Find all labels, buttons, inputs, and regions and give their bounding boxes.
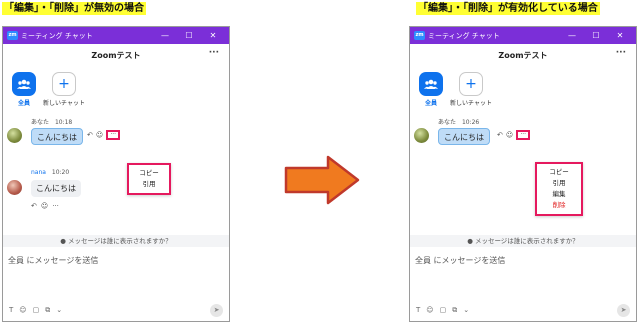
screenshot-icon[interactable]: ⧉ bbox=[45, 306, 50, 315]
minimize-button[interactable]: — bbox=[153, 31, 177, 40]
emoji-icon[interactable]: ☺ bbox=[41, 202, 48, 210]
send-button[interactable]: ➤ bbox=[210, 303, 223, 317]
chat-window-left: zm ミーティング チャット — ☐ ✕ Zoomテスト ··· 全員 + 新し… bbox=[2, 26, 230, 322]
more-options-button[interactable]: ··· bbox=[209, 48, 219, 58]
message-actions: ↶ ☺ ··· bbox=[87, 130, 121, 140]
member-all[interactable]: 全員 bbox=[414, 72, 448, 114]
more-options-button[interactable]: ··· bbox=[616, 48, 626, 58]
emoji-icon[interactable]: ☺ bbox=[19, 306, 26, 314]
close-button[interactable]: ✕ bbox=[201, 31, 225, 40]
member-bar: 全員 + 新しいチャット bbox=[410, 66, 636, 114]
zoom-logo-icon: zm bbox=[7, 31, 18, 40]
sender-name: nana bbox=[31, 169, 46, 176]
member-all-label: 全員 bbox=[17, 100, 30, 107]
file-icon[interactable]: ▢ bbox=[33, 306, 40, 314]
send-button[interactable]: ➤ bbox=[617, 303, 630, 317]
person-icon: ● bbox=[467, 237, 473, 245]
reply-icon[interactable]: ↶ bbox=[87, 131, 93, 139]
close-button[interactable]: ✕ bbox=[608, 31, 632, 40]
message-meta: あなた 10:18 bbox=[31, 117, 72, 126]
caption-right: 「編集」・「削除」が有効化している場合 bbox=[416, 2, 600, 15]
reply-icon[interactable]: ↶ bbox=[31, 202, 37, 210]
plus-icon: + bbox=[459, 72, 483, 96]
window-title: ミーティング チャット bbox=[21, 31, 93, 40]
reply-icon[interactable]: ↶ bbox=[497, 131, 503, 139]
message-item: あなた 10:26 こんにちは ↶ ☺ ··· bbox=[410, 116, 636, 168]
plus-icon: + bbox=[52, 72, 76, 96]
message-input[interactable]: 全員 にメッセージを送信 bbox=[8, 255, 98, 266]
message-meta: あなた 10:26 bbox=[438, 117, 479, 126]
chat-header: Zoomテスト ··· bbox=[410, 44, 636, 66]
emoji-icon[interactable]: ☺ bbox=[426, 306, 433, 314]
member-all[interactable]: 全員 bbox=[7, 72, 41, 114]
context-menu: コピー 引用 編集 削除 bbox=[535, 162, 583, 216]
menu-item-copy[interactable]: コピー bbox=[129, 168, 169, 179]
sender-name: あなた bbox=[438, 119, 457, 126]
message-input[interactable]: 全員 にメッセージを送信 bbox=[415, 255, 505, 266]
avatar bbox=[7, 180, 22, 195]
member-bar: 全員 + 新しいチャット bbox=[3, 66, 229, 114]
new-chat-label: 新しいチャット bbox=[43, 100, 85, 107]
composer-toolbar: T ☺ ▢ ⧉ ⌄ ➤ bbox=[3, 299, 229, 321]
visibility-notice[interactable]: ● メッセージは誰に表示されますか？ bbox=[410, 235, 636, 247]
title-bar: zm ミーティング チャット — ☐ ✕ bbox=[410, 27, 636, 44]
screenshot-icon[interactable]: ⧉ bbox=[452, 306, 457, 315]
message-time: 10:18 bbox=[54, 119, 73, 126]
text-format-icon[interactable]: T bbox=[416, 306, 420, 314]
more-icon[interactable]: ··· bbox=[52, 202, 59, 210]
title-bar: zm ミーティング チャット — ☐ ✕ bbox=[3, 27, 229, 44]
people-icon bbox=[419, 72, 443, 96]
menu-item-quote[interactable]: 引用 bbox=[537, 178, 581, 189]
window-title: ミーティング チャット bbox=[428, 31, 500, 40]
message-item: あなた 10:18 こんにちは ↶ ☺ ··· bbox=[3, 116, 229, 168]
message-bubble[interactable]: こんにちは bbox=[31, 128, 83, 145]
chevron-down-icon[interactable]: ⌄ bbox=[463, 306, 469, 314]
member-all-label: 全員 bbox=[424, 100, 437, 107]
chat-title: Zoomテスト bbox=[91, 50, 141, 60]
person-icon: ● bbox=[60, 237, 66, 245]
caption-left: 「編集」・「削除」が無効の場合 bbox=[2, 2, 146, 15]
message-bubble[interactable]: こんにちは bbox=[438, 128, 490, 145]
zoom-logo-icon: zm bbox=[414, 31, 425, 40]
more-actions-button[interactable]: ··· bbox=[106, 130, 121, 140]
avatar bbox=[414, 128, 429, 143]
message-meta: nana 10:20 bbox=[31, 169, 69, 176]
menu-item-copy[interactable]: コピー bbox=[537, 167, 581, 178]
avatar bbox=[7, 128, 22, 143]
visibility-notice[interactable]: ● メッセージは誰に表示されますか？ bbox=[3, 235, 229, 247]
message-actions: ↶ ☺ ··· bbox=[497, 130, 531, 140]
menu-item-edit[interactable]: 編集 bbox=[537, 189, 581, 200]
notice-text: メッセージは誰に表示されますか？ bbox=[474, 237, 579, 245]
chat-title: Zoomテスト bbox=[498, 50, 548, 60]
arrow-right-icon bbox=[284, 155, 360, 205]
maximize-button[interactable]: ☐ bbox=[177, 31, 201, 40]
minimize-button[interactable]: — bbox=[560, 31, 584, 40]
message-actions: ↶ ☺ ··· bbox=[31, 202, 59, 210]
sender-name: あなた bbox=[31, 119, 50, 126]
more-actions-button[interactable]: ··· bbox=[516, 130, 531, 140]
chevron-down-icon[interactable]: ⌄ bbox=[56, 306, 62, 314]
notice-text: メッセージは誰に表示されますか？ bbox=[67, 237, 172, 245]
stage: 「編集」・「削除」が無効の場合 「編集」・「削除」が有効化している場合 zm ミ… bbox=[0, 0, 640, 323]
new-chat-button[interactable]: + 新しいチャット bbox=[450, 72, 492, 114]
chat-window-right: zm ミーティング チャット — ☐ ✕ Zoomテスト ··· 全員 + 新し… bbox=[409, 26, 637, 322]
maximize-button[interactable]: ☐ bbox=[584, 31, 608, 40]
menu-item-delete[interactable]: 削除 bbox=[537, 200, 581, 211]
composer-toolbar: T ☺ ▢ ⧉ ⌄ ➤ bbox=[410, 299, 636, 321]
new-chat-label: 新しいチャット bbox=[450, 100, 492, 107]
emoji-icon[interactable]: ☺ bbox=[506, 131, 513, 139]
context-menu: コピー 引用 bbox=[127, 163, 171, 195]
message-item: nana 10:20 こんにちは ↶ ☺ ··· bbox=[3, 168, 229, 220]
message-bubble[interactable]: こんにちは bbox=[31, 180, 81, 197]
message-time: 10:20 bbox=[51, 169, 70, 176]
people-icon bbox=[12, 72, 36, 96]
file-icon[interactable]: ▢ bbox=[440, 306, 447, 314]
new-chat-button[interactable]: + 新しいチャット bbox=[43, 72, 85, 114]
menu-item-quote[interactable]: 引用 bbox=[129, 179, 169, 190]
message-time: 10:26 bbox=[461, 119, 480, 126]
text-format-icon[interactable]: T bbox=[9, 306, 13, 314]
chat-header: Zoomテスト ··· bbox=[3, 44, 229, 66]
emoji-icon[interactable]: ☺ bbox=[96, 131, 103, 139]
